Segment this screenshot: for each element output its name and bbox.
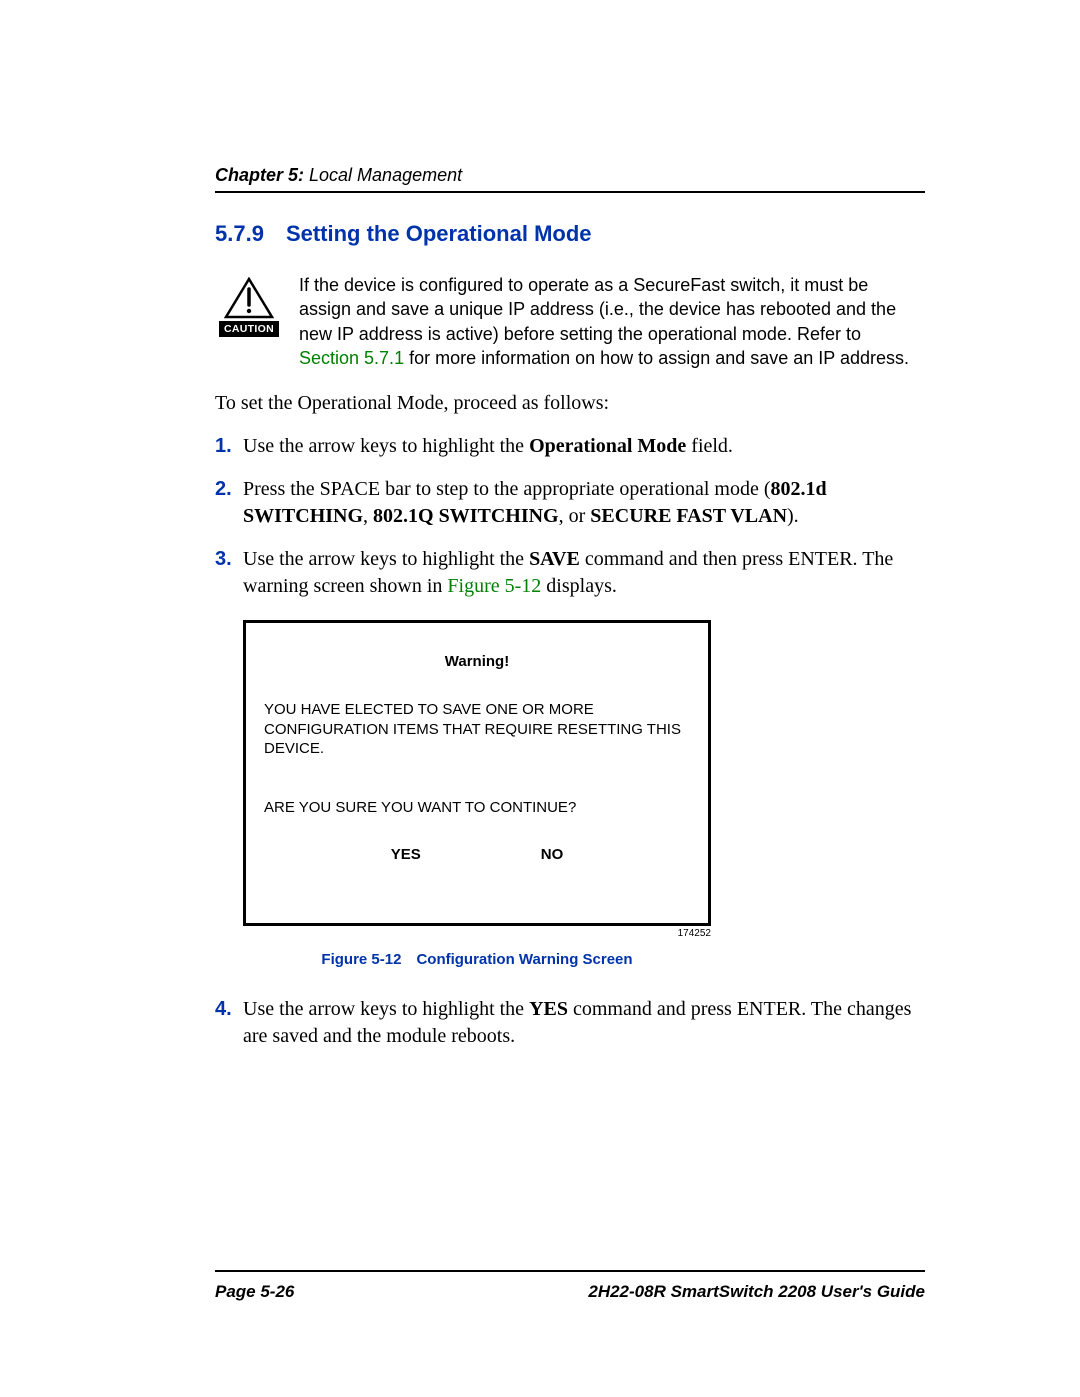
figure-warning-title: Warning! xyxy=(264,653,690,670)
step-number: 1. xyxy=(215,433,243,460)
procedure-list: 1. Use the arrow keys to highlight the O… xyxy=(215,433,925,600)
caution-text: If the device is configured to operate a… xyxy=(299,273,925,370)
warning-screen-figure: Warning! YOU HAVE ELECTED TO SAVE ONE OR… xyxy=(243,620,711,926)
figure-link[interactable]: Figure 5-12 xyxy=(447,575,541,597)
step-body: Use the arrow keys to highlight the YES … xyxy=(243,996,925,1050)
page-footer: Page 5-26 2H22-08R SmartSwitch 2208 User… xyxy=(215,1270,925,1302)
guide-title: 2H22-08R SmartSwitch 2208 User's Guide xyxy=(588,1282,925,1302)
figure-caption: Figure 5-12 Configuration Warning Screen xyxy=(243,951,711,968)
caution-icon: CAUTION xyxy=(215,273,283,337)
page-number: Page 5-26 xyxy=(215,1282,294,1302)
chapter-title: Local Management xyxy=(304,165,462,185)
section-link[interactable]: Section 5.7.1 xyxy=(299,348,404,368)
list-item: 1. Use the arrow keys to highlight the O… xyxy=(215,433,925,460)
step-number: 2. xyxy=(215,476,243,503)
figure-no-option: NO xyxy=(541,846,564,863)
procedure-list-continued: 4. Use the arrow keys to highlight the Y… xyxy=(215,996,925,1050)
caution-text-pre: If the device is configured to operate a… xyxy=(299,275,896,344)
figure-message: YOU HAVE ELECTED TO SAVE ONE OR MORE CON… xyxy=(264,700,690,759)
figure-confirm: ARE YOU SURE YOU WANT TO CONTINUE? xyxy=(264,799,690,816)
step-body: Press the SPACE bar to step to the appro… xyxy=(243,476,925,530)
figure-options: YES NO xyxy=(264,846,690,863)
chapter-header: Chapter 5: Local Management xyxy=(215,165,925,193)
step-body: Use the arrow keys to highlight the SAVE… xyxy=(243,546,925,600)
caution-text-post: for more information on how to assign an… xyxy=(404,348,909,368)
caution-label: CAUTION xyxy=(219,321,279,337)
section-title: Setting the Operational Mode xyxy=(286,221,592,246)
list-item: 3. Use the arrow keys to highlight the S… xyxy=(215,546,925,600)
step-number: 4. xyxy=(215,996,243,1023)
section-number: 5.7.9 xyxy=(215,221,264,246)
section-heading: 5.7.9 Setting the Operational Mode xyxy=(215,221,925,247)
figure-yes-option: YES xyxy=(391,846,421,863)
figure-container: Warning! YOU HAVE ELECTED TO SAVE ONE OR… xyxy=(215,620,925,968)
chapter-prefix: Chapter 5: xyxy=(215,165,304,185)
list-item: 4. Use the arrow keys to highlight the Y… xyxy=(215,996,925,1050)
step-body: Use the arrow keys to highlight the Oper… xyxy=(243,433,925,460)
list-item: 2. Press the SPACE bar to step to the ap… xyxy=(215,476,925,530)
figure-refnum: 174252 xyxy=(243,926,711,939)
caution-block: CAUTION If the device is configured to o… xyxy=(215,273,925,370)
step-number: 3. xyxy=(215,546,243,573)
intro-text: To set the Operational Mode, proceed as … xyxy=(215,392,925,415)
